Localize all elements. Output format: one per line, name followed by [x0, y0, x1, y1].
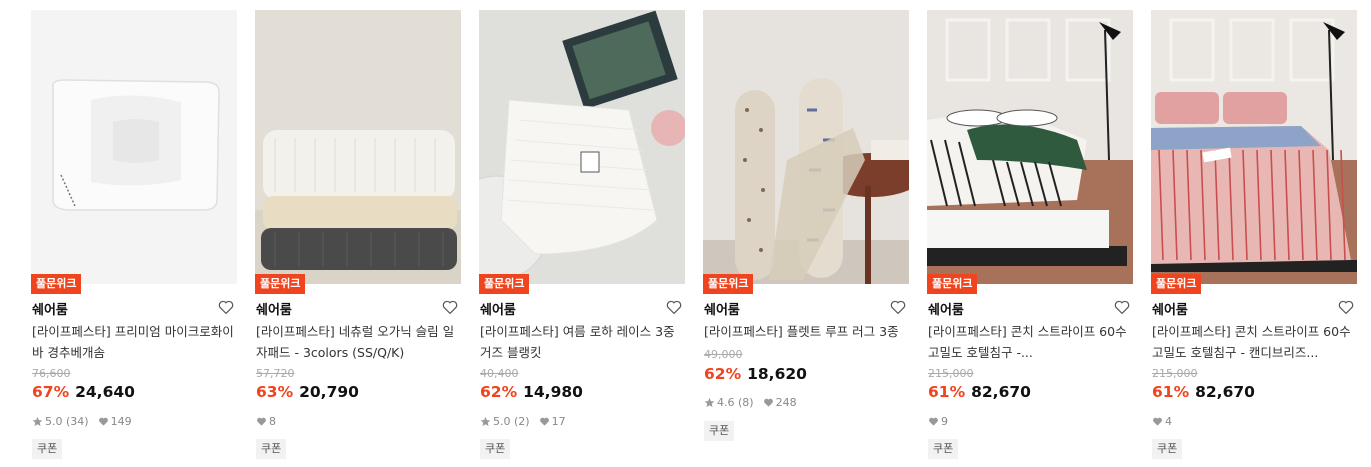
like-count: 4 — [1165, 415, 1172, 428]
heart-filled-icon — [539, 417, 549, 426]
price-row: 62% 18,620 — [704, 365, 807, 383]
product-title[interactable]: [라이프페스타] 플렛트 루프 러그 3종 — [704, 321, 908, 342]
wishlist-heart-icon[interactable] — [1337, 298, 1355, 316]
wishlist-heart-icon[interactable] — [441, 298, 459, 316]
heart-filled-icon — [763, 398, 773, 407]
sale-price: 82,670 — [971, 383, 1031, 401]
brand-name[interactable]: 쉐어룸 — [32, 299, 68, 318]
wishlist-heart-icon[interactable] — [1113, 298, 1131, 316]
heart-filled-icon — [257, 417, 266, 426]
rating: 4.6 (8) — [717, 396, 754, 409]
stats-row: 5.0 (34) 149 — [32, 415, 141, 428]
like-count: 9 — [941, 415, 948, 428]
coupon-tag: 쿠폰 — [704, 421, 735, 441]
price-row: 63% 20,790 — [256, 383, 359, 401]
price-row: 62% 14,980 — [480, 383, 583, 401]
original-price: 215,000 — [928, 367, 974, 380]
stats-row: 5.0 (2) 17 — [480, 415, 575, 428]
discount-rate: 61% — [928, 383, 966, 401]
like-count: 8 — [269, 415, 276, 428]
product-title[interactable]: [라이프페스타] 네츄럴 오가닉 슬림 일자패드 - 3colors (SS/Q… — [256, 321, 460, 363]
product-image[interactable] — [1151, 10, 1357, 284]
discount-rate: 67% — [32, 383, 70, 401]
brand-name[interactable]: 쉐어룸 — [704, 299, 740, 318]
sale-price: 14,980 — [523, 383, 583, 401]
brand-name[interactable]: 쉐어룸 — [1152, 299, 1188, 318]
brand-name[interactable]: 쉐어룸 — [256, 299, 292, 318]
product-grid: 풀문위크 쉐어룸 [라이프페스타] 프리미엄 마이크로화이바 경추베개솜 76,… — [0, 0, 1371, 467]
promo-badge: 풀문위크 — [1151, 274, 1202, 294]
heart-filled-icon — [1153, 417, 1162, 426]
promo-badge: 풀문위크 — [703, 274, 754, 294]
brand-name[interactable]: 쉐어룸 — [480, 299, 516, 318]
original-price: 57,720 — [256, 367, 295, 380]
stats-row: 4 — [1152, 415, 1181, 428]
original-price: 40,400 — [480, 367, 519, 380]
sale-price: 24,640 — [75, 383, 135, 401]
like-count: 149 — [110, 415, 132, 428]
price-row: 61% 82,670 — [928, 383, 1031, 401]
star-icon — [32, 416, 43, 427]
rating: 5.0 (2) — [493, 415, 530, 428]
price-row: 67% 24,640 — [32, 383, 135, 401]
product-title[interactable]: [라이프페스타] 콘치 스트라이프 60수 고밀도 호텔침구 -... — [928, 321, 1132, 363]
heart-filled-icon — [929, 417, 938, 426]
promo-badge: 풀문위크 — [255, 274, 306, 294]
like-count: 17 — [551, 415, 566, 428]
product-image[interactable] — [927, 10, 1133, 284]
original-price: 49,000 — [704, 348, 743, 361]
promo-badge: 풀문위크 — [31, 274, 82, 294]
promo-badge: 풀문위크 — [479, 274, 530, 294]
like-count: 248 — [775, 396, 797, 409]
brand-name[interactable]: 쉐어룸 — [928, 299, 964, 318]
wishlist-heart-icon[interactable] — [889, 298, 907, 316]
product-image[interactable] — [31, 10, 237, 284]
rating: 5.0 (34) — [45, 415, 89, 428]
original-price: 76,600 — [32, 367, 71, 380]
discount-rate: 63% — [256, 383, 294, 401]
price-row: 61% 82,670 — [1152, 383, 1255, 401]
stats-row: 9 — [928, 415, 957, 428]
wishlist-heart-icon[interactable] — [665, 298, 683, 316]
product-title[interactable]: [라이프페스타] 프리미엄 마이크로화이바 경추베개솜 — [32, 321, 236, 363]
coupon-tag: 쿠폰 — [928, 439, 959, 459]
original-price: 215,000 — [1152, 367, 1198, 380]
star-icon — [480, 416, 491, 427]
coupon-tag: 쿠폰 — [1152, 439, 1183, 459]
sale-price: 20,790 — [299, 383, 359, 401]
coupon-tag: 쿠폰 — [480, 439, 511, 459]
coupon-tag: 쿠폰 — [256, 439, 287, 459]
sale-price: 82,670 — [1195, 383, 1255, 401]
heart-filled-icon — [98, 417, 108, 426]
coupon-tag: 쿠폰 — [32, 439, 63, 459]
stats-row: 4.6 (8) 248 — [704, 396, 806, 409]
stats-row: 8 — [256, 415, 285, 428]
product-title[interactable]: [라이프페스타] 콘치 스트라이프 60수 고밀도 호텔침구 - 캔디브리즈..… — [1152, 321, 1356, 363]
discount-rate: 62% — [704, 365, 742, 383]
sale-price: 18,620 — [747, 365, 807, 383]
promo-badge: 풀문위크 — [927, 274, 978, 294]
product-image[interactable] — [255, 10, 461, 284]
discount-rate: 62% — [480, 383, 518, 401]
wishlist-heart-icon[interactable] — [217, 298, 235, 316]
star-icon — [704, 397, 715, 408]
discount-rate: 61% — [1152, 383, 1190, 401]
product-image[interactable] — [703, 10, 909, 284]
product-title[interactable]: [라이프페스타] 여름 로하 레이스 3중 거즈 블랭킷 — [480, 321, 684, 363]
product-image[interactable] — [479, 10, 685, 284]
